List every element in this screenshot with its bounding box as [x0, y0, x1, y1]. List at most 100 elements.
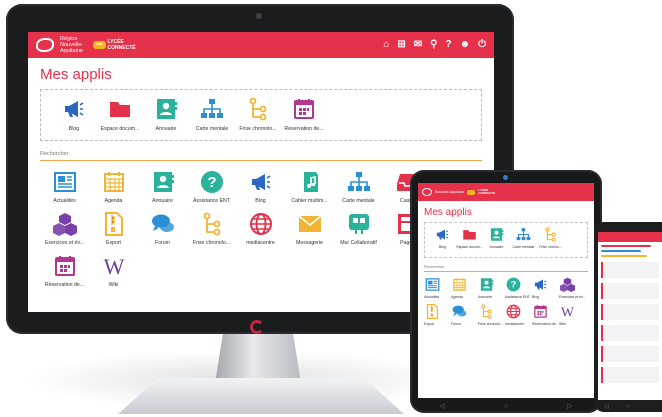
app-tile[interactable]: Forum — [138, 211, 187, 246]
tablet-search-label[interactable]: Rechercher — [424, 264, 588, 269]
back-icon[interactable]: ◁ — [604, 404, 609, 410]
phone-list-item[interactable] — [601, 325, 659, 341]
megaphone-icon — [248, 169, 274, 195]
home-icon[interactable]: ⌂ — [383, 40, 389, 50]
sitemap-icon — [199, 96, 225, 122]
tablet-app-tile[interactable]: Actualités — [424, 276, 451, 299]
newspaper-icon — [52, 169, 78, 195]
help-icon[interactable]: ? — [445, 40, 451, 50]
favorite-app[interactable]: Réservation de... — [281, 96, 327, 132]
phone-list-item[interactable] — [601, 262, 659, 278]
tablet-nav-bar: ◁ ○ ▷ — [410, 399, 602, 413]
app-tile[interactable]: W Wiki — [89, 253, 138, 288]
tablet-favorite-app[interactable]: Espace docum... — [456, 226, 483, 257]
app-tile[interactable]: mediacentre — [236, 211, 285, 246]
tablet-app-tile[interactable]: Frise chronolo... — [478, 303, 505, 326]
tablet-favorite-app[interactable]: Frise chrono... — [537, 226, 564, 257]
search-icon[interactable]: ⚲ — [430, 40, 437, 50]
app-tile[interactable]: Exercices et év... — [40, 211, 89, 246]
tablet-badge-label: LYCÉE CONNECTÉ — [478, 188, 496, 196]
favorite-app[interactable]: Carte mentale — [189, 96, 235, 132]
help-icon: ? — [199, 169, 225, 195]
tablet-favorite-app[interactable]: Carte mentale — [510, 226, 537, 257]
power-icon[interactable]: ⏻ — [478, 40, 486, 50]
tablet-navbar: Nouvelle-Aquitaine LYCÉE CONNECTÉ — [418, 183, 594, 201]
app-tile-label: Agenda — [104, 198, 123, 204]
phone-list-item[interactable] — [601, 304, 659, 320]
favorite-app[interactable]: Espace docum... — [97, 96, 143, 132]
app-tile[interactable]: Blog — [236, 169, 285, 204]
phone-tag-line — [601, 255, 647, 257]
tablet-favorites-box: Blog Espace docum... Annuaire Carte mentale… — [424, 222, 588, 258]
tablet-app-tile[interactable]: ? Assistance ENT — [505, 276, 532, 299]
app-tile-label: Frise chronolo... — [192, 240, 231, 246]
tablet-camera — [503, 175, 508, 180]
app-tile[interactable]: Actualités — [40, 169, 89, 204]
app-tile[interactable]: Mur Collaboratif — [334, 211, 383, 246]
tablet-app-tile[interactable]: Agenda — [451, 276, 478, 299]
app-tile[interactable]: Annuaire — [138, 169, 187, 204]
brand-text: Région Nouvelle- Aquitaine — [60, 36, 83, 54]
favorite-app-label: Espace docum... — [100, 126, 140, 132]
sitemap-icon — [346, 169, 372, 195]
app-tile-label: Actualités — [53, 198, 76, 204]
tablet-app-tile[interactable]: mediacentre — [505, 303, 532, 326]
folder-icon — [461, 226, 478, 243]
monitor-stand-neck — [215, 333, 301, 379]
tablet-brand-text: Nouvelle-Aquitaine — [435, 190, 465, 194]
back-icon[interactable]: ◁ — [439, 402, 444, 410]
tablet-app-tile[interactable]: Exercices et év... — [559, 276, 586, 299]
region-logo-icon — [36, 38, 54, 52]
monitor-brand-logo — [250, 320, 264, 334]
tablet-app-tile[interactable]: W Wiki — [559, 303, 586, 327]
wiki-icon: W — [101, 253, 127, 279]
brand-logo[interactable]: Région Nouvelle- Aquitaine ••• LYCÉE CON… — [36, 36, 136, 54]
tablet-app-tile[interactable]: Export — [424, 303, 451, 326]
favorite-app[interactable]: Blog — [51, 96, 97, 132]
tablet-app-tile[interactable]: Réservation de... — [532, 303, 559, 326]
app-tile-label: Cahier multim... — [291, 198, 328, 204]
tablet-app-tile[interactable]: Blog — [532, 276, 559, 299]
envelope-icon — [297, 211, 323, 237]
favorite-app-label: Carte mentale — [195, 126, 229, 132]
tablet-app-tile-label: Exercices et év... — [559, 295, 586, 299]
app-tile[interactable]: Cahier multim... — [285, 169, 334, 204]
apps-grid-icon[interactable]: ⊞ — [397, 40, 405, 50]
timeline-icon — [245, 96, 271, 122]
phone-list-item[interactable] — [601, 346, 659, 362]
app-tile-label: Export — [106, 240, 121, 246]
phone-list-item[interactable] — [601, 283, 659, 299]
avatar-icon[interactable]: ☻ — [460, 40, 471, 50]
chat-bubbles-icon — [451, 303, 468, 320]
search-label[interactable]: Rechercher — [40, 151, 482, 157]
megaphone-icon — [434, 226, 451, 243]
tablet-favorite-app[interactable]: Annuaire — [483, 226, 510, 257]
badge-label: LYCÉE CONNECTÉ — [108, 39, 136, 51]
phone-screen — [598, 232, 662, 400]
home-circle-icon[interactable]: ○ — [504, 403, 508, 410]
mail-icon[interactable]: ✉ — [414, 40, 422, 50]
app-tile[interactable]: Agenda — [89, 169, 138, 204]
app-tile[interactable]: Messagerie — [285, 211, 334, 246]
tablet-app-tile[interactable]: Forum — [451, 303, 478, 326]
app-tile[interactable]: Carte mentale — [334, 169, 383, 204]
tablet-app-tile-label: Frise chronolo... — [478, 322, 504, 326]
phone-list-item[interactable] — [601, 367, 659, 383]
tablet-favorite-app[interactable]: Blog — [429, 226, 456, 257]
newspaper-icon — [424, 276, 441, 293]
home-circle-icon[interactable]: ○ — [626, 404, 630, 410]
app-tile[interactable]: ? Assistance ENT — [187, 169, 236, 204]
calendar-grid-icon — [101, 169, 127, 195]
favorite-app[interactable]: Frise chronolo... — [235, 96, 281, 132]
app-tile-label: Réservation de... — [44, 282, 85, 288]
app-tile[interactable]: Réservation de... — [40, 253, 89, 288]
tablet-app-tile[interactable]: Annuaire — [478, 276, 505, 299]
app-tile[interactable]: Frise chronolo... — [187, 211, 236, 246]
tablet-app-tile-label: Export — [424, 322, 435, 326]
app-tile[interactable]: Export — [89, 211, 138, 246]
tablet-badge-label-2: CONNECTÉ — [478, 191, 496, 195]
tablet-screen: Nouvelle-Aquitaine LYCÉE CONNECTÉ Mes ap… — [418, 183, 594, 398]
favorite-app[interactable]: Annuaire — [143, 96, 189, 132]
recent-apps-icon[interactable]: ▷ — [567, 402, 572, 410]
folder-icon — [107, 96, 133, 122]
